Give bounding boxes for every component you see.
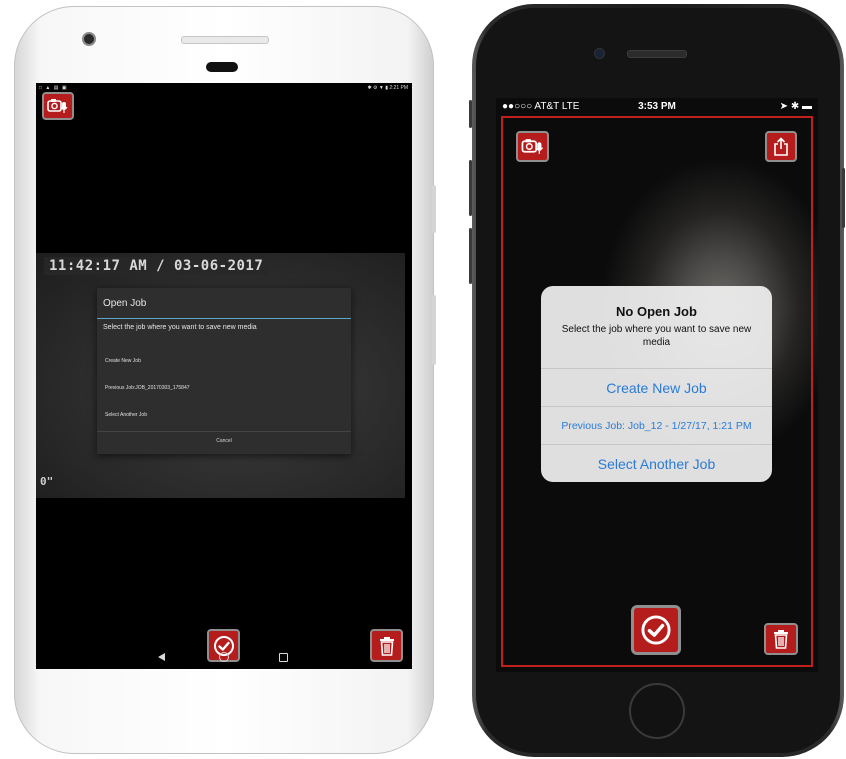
dialog-message: Select the job where you want to save ne… — [103, 324, 257, 331]
dialog-divider — [97, 431, 351, 432]
home-icon[interactable] — [219, 652, 229, 662]
camera-mic-icon — [47, 99, 68, 113]
share-icon — [774, 136, 788, 156]
android-status-time: ✱ ⚙ ▼ ▮ 2:21 PM — [367, 85, 408, 91]
android-volume-button — [432, 295, 436, 365]
create-new-job-option[interactable]: Create New Job — [105, 358, 141, 364]
ios-status-bar: ●●○○○ AT&T LTE 3:53 PM ➤ ✱ ▬ — [496, 98, 818, 114]
ios-previous-job-button[interactable]: Previous Job: Job_12 - 1/27/17, 1:21 PM — [541, 406, 772, 445]
alert-title: No Open Job — [616, 304, 697, 319]
iphone-earpiece-speaker — [627, 50, 687, 58]
android-earpiece-speaker — [181, 36, 269, 44]
select-another-job-option[interactable]: Select Another Job — [105, 412, 147, 418]
camera-mic-icon — [521, 139, 543, 154]
android-status-icons: □ ▲ ▤ ▣ — [39, 85, 68, 91]
android-status-bar: □ ▲ ▤ ▣ ✱ ⚙ ▼ ▮ 2:21 PM — [36, 83, 412, 95]
alert-message: Select the job where you want to save ne… — [561, 324, 752, 348]
dialog-title: Open Job — [103, 298, 147, 309]
android-open-job-dialog: Open Job Select the job where you want t… — [97, 288, 351, 454]
video-timestamp: 11:42:17 AM / 03-06-2017 — [44, 257, 269, 275]
ios-confirm-button[interactable] — [631, 605, 681, 655]
android-camera-mic-button[interactable] — [42, 92, 74, 120]
dialog-title-divider — [97, 318, 351, 319]
iphone-front-camera — [594, 48, 605, 59]
ios-create-new-job-button[interactable]: Create New Job — [541, 368, 772, 407]
iphone-mute-switch — [469, 100, 472, 128]
depth-readout: 0" — [40, 475, 54, 488]
ios-no-open-job-alert: No Open Job Select the job where you wan… — [541, 286, 772, 482]
cancel-button[interactable]: Cancel — [97, 438, 351, 444]
ios-status-icons: ➤ ✱ ▬ — [779, 101, 812, 112]
checkmark-icon — [641, 615, 671, 645]
iphone-home-button[interactable] — [629, 683, 685, 739]
previous-job-option[interactable]: Previous Job:JOB_20170303_175847 — [105, 385, 190, 391]
android-navigation-bar — [36, 647, 412, 669]
iphone-screen: ●●○○○ AT&T LTE 3:53 PM ➤ ✱ ▬ No Open Job… — [496, 98, 818, 672]
recents-icon[interactable] — [279, 653, 288, 662]
ios-status-time: 3:53 PM — [638, 101, 676, 112]
android-power-button — [432, 185, 436, 233]
ios-delete-button[interactable] — [764, 623, 798, 655]
trash-icon — [774, 630, 788, 649]
android-screen: □ ▲ ▤ ▣ ✱ ⚙ ▼ ▮ 2:21 PM 11:42:17 AM / 03… — [36, 83, 412, 669]
iphone-power-button — [842, 168, 845, 228]
android-proximity-sensor — [206, 62, 238, 72]
ios-share-button[interactable] — [765, 131, 797, 162]
iphone-volume-up — [469, 160, 472, 216]
android-front-camera — [82, 32, 96, 46]
ios-camera-mic-button[interactable] — [516, 131, 549, 162]
ios-select-another-job-button[interactable]: Select Another Job — [541, 444, 772, 482]
iphone-volume-down — [469, 228, 472, 284]
back-icon[interactable] — [158, 653, 165, 661]
